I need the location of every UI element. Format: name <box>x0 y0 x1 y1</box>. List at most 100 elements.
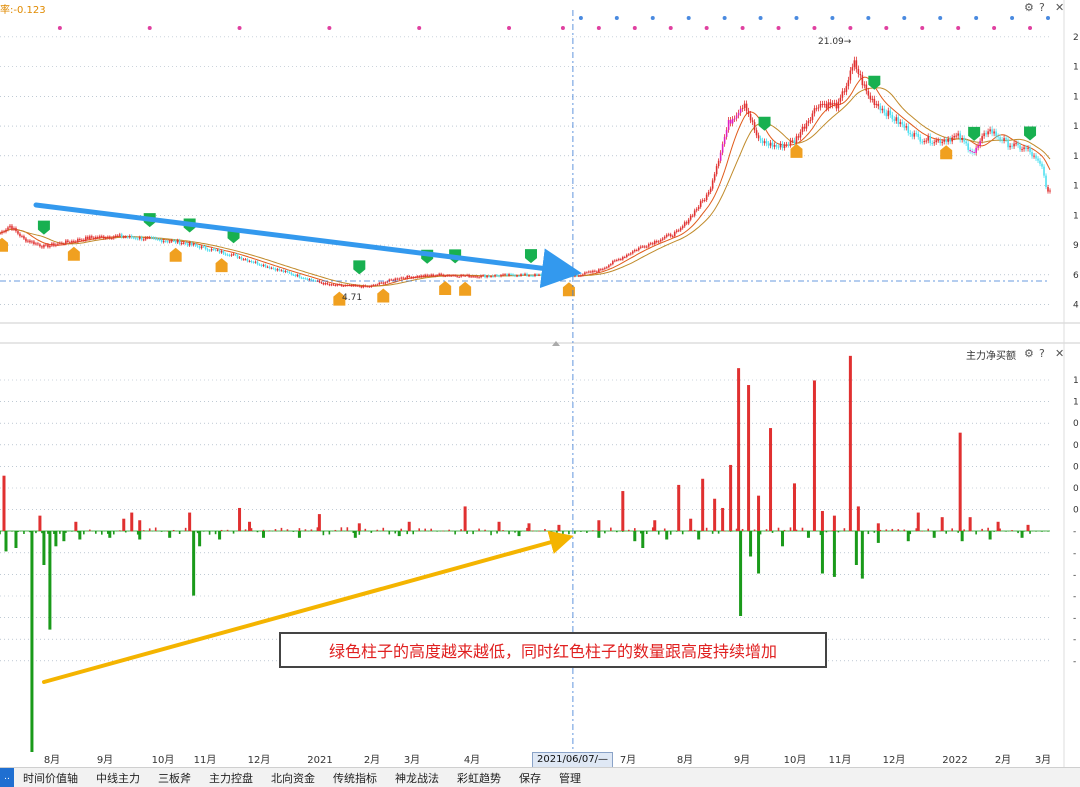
volume-bar <box>1029 531 1031 534</box>
candle-body <box>679 228 682 231</box>
candle-body <box>160 239 163 243</box>
volume-bar <box>310 529 313 531</box>
close-icon[interactable]: ✕ <box>1055 347 1064 360</box>
candle-body <box>616 259 618 261</box>
candle-body <box>474 276 476 278</box>
sell-signal-icon <box>968 126 981 141</box>
candle-body <box>1023 147 1025 150</box>
close-icon[interactable]: ✕ <box>1055 1 1064 14</box>
volume-bar <box>472 531 474 535</box>
candle-body <box>452 275 454 277</box>
candle-body <box>440 273 442 275</box>
candle-body <box>813 108 816 114</box>
candle-body <box>969 149 971 152</box>
candle-body <box>610 264 612 266</box>
toolbar-time-axis[interactable]: 时间价值轴 <box>14 770 87 786</box>
volume-bar <box>0 531 1 535</box>
toolbar-save[interactable]: 保存 <box>510 770 550 786</box>
x-tick-label: 12月 <box>883 754 906 766</box>
candle-body <box>306 278 309 280</box>
candle-body <box>274 268 277 271</box>
candle-body <box>759 138 762 141</box>
candle-body <box>1021 149 1023 151</box>
volume-bar <box>424 528 426 531</box>
gear-icon[interactable]: ⚙ <box>1024 347 1034 360</box>
candle-body <box>410 277 413 279</box>
star-marker <box>722 16 727 20</box>
candle-body <box>941 141 944 144</box>
toolbar-rainbow[interactable]: 彩虹趋势 <box>448 770 510 786</box>
candle-body <box>717 160 720 167</box>
toolbar-dragon[interactable]: 神龙战法 <box>386 770 448 786</box>
volume-bar <box>478 528 480 531</box>
candle-body <box>156 238 159 240</box>
x-tick-label: 2021 <box>307 755 332 766</box>
volume-bar-green <box>806 531 810 538</box>
candle-body <box>1041 163 1043 167</box>
candle-body <box>580 275 582 277</box>
candle-body <box>110 238 113 240</box>
star-marker <box>956 26 961 30</box>
candle-body <box>324 283 327 285</box>
candle-body <box>302 278 305 280</box>
candle-body <box>1033 155 1035 157</box>
candle-body <box>659 239 662 242</box>
candle-body <box>540 274 542 276</box>
candle-body <box>793 140 796 143</box>
candle-body <box>598 269 600 272</box>
volume-bar-red <box>463 506 467 531</box>
toolbar-traditional[interactable]: 传统指标 <box>324 770 386 786</box>
candle-body <box>55 244 57 246</box>
help-icon[interactable]: ? <box>1039 347 1045 360</box>
candle-body <box>651 243 654 245</box>
grid-lines <box>0 36 1050 662</box>
candle-body <box>158 239 161 241</box>
volume-bar <box>765 529 768 531</box>
candle-body <box>584 272 586 275</box>
price-tick-label: 9 <box>1073 241 1079 251</box>
volume-bar-green <box>517 531 521 537</box>
candle-body <box>618 259 620 261</box>
help-icon[interactable]: ? <box>1039 1 1045 14</box>
volume-bar-red <box>812 380 816 531</box>
candle-body <box>564 276 566 278</box>
volume-bar-red <box>38 515 42 531</box>
candle-body <box>526 273 528 276</box>
star-marker <box>992 26 997 30</box>
candle-body <box>200 246 203 249</box>
candle-body <box>116 235 119 237</box>
candle-body <box>360 286 363 288</box>
volume-bar-red <box>1026 524 1030 531</box>
toolbar-northbound[interactable]: 北向资金 <box>262 770 324 786</box>
candle-body <box>326 283 329 285</box>
candle-body <box>172 240 175 242</box>
toolbar-menu-button[interactable]: .. <box>0 768 14 787</box>
candle-body <box>142 239 145 241</box>
volume-bar <box>957 531 959 533</box>
candle-body <box>350 285 353 287</box>
volume-tick-label: - <box>1073 657 1076 667</box>
toolbar-mid-main-force[interactable]: 中线主力 <box>87 770 149 786</box>
candle-body <box>635 250 638 252</box>
candle-body <box>925 140 928 142</box>
candle-body <box>162 241 165 243</box>
volume-bar <box>544 528 546 531</box>
x-tick-label: 2022 <box>942 755 967 766</box>
candle-body <box>25 238 27 242</box>
candle-body <box>945 139 947 142</box>
x-tick-label: 9月 <box>97 754 113 766</box>
toolbar-manage[interactable]: 管理 <box>550 770 590 786</box>
candle-body <box>270 267 273 269</box>
candle-body <box>695 209 698 211</box>
gear-icon[interactable]: ⚙ <box>1024 1 1034 14</box>
volume-bar-green <box>192 531 196 596</box>
x-tick-label: 9月 <box>734 754 750 766</box>
toolbar-main-control[interactable]: 主力控盘 <box>200 770 262 786</box>
candle-body <box>516 275 518 277</box>
toolbar-three-axes[interactable]: 三板斧 <box>149 770 200 786</box>
candle-body <box>787 144 790 146</box>
x-tick-label: 2月 <box>364 754 380 766</box>
x-tick-label: 4月 <box>464 754 480 766</box>
candle-body <box>971 151 973 153</box>
volume-bar-red <box>677 484 681 531</box>
